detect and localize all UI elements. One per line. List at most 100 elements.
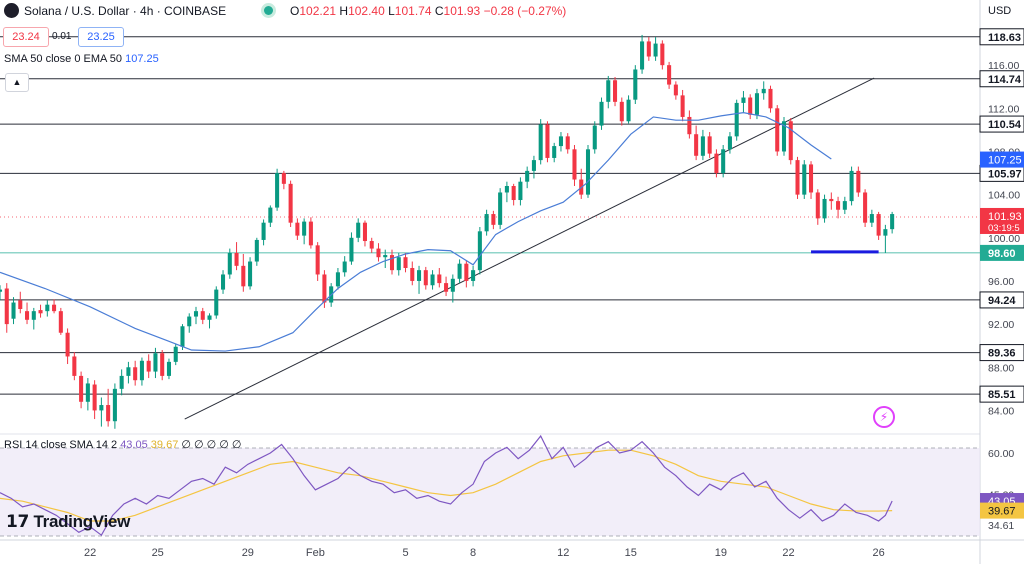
chevron-up-icon[interactable]: ▲: [5, 73, 29, 92]
ma-line[interactable]: [0, 112, 832, 352]
candle-body[interactable]: [707, 136, 712, 154]
candle-body[interactable]: [741, 97, 746, 103]
candle-body[interactable]: [450, 278, 455, 292]
candle-body[interactable]: [295, 222, 300, 236]
candle-body[interactable]: [403, 257, 408, 268]
candle-body[interactable]: [714, 153, 719, 174]
candle-body[interactable]: [822, 198, 827, 219]
candle-body[interactable]: [315, 245, 320, 275]
candle-body[interactable]: [241, 265, 246, 287]
candle-body[interactable]: [383, 255, 388, 258]
candle-body[interactable]: [11, 302, 16, 319]
candle-body[interactable]: [430, 274, 435, 286]
candle-body[interactable]: [417, 270, 422, 281]
candle-body[interactable]: [342, 261, 347, 273]
rsi-legend[interactable]: RSI 14 close SMA 14 2 43.05 39.67 ∅ ∅ ∅ …: [4, 438, 242, 451]
candle-body[interactable]: [673, 84, 678, 96]
trendline[interactable]: [184, 77, 875, 420]
candle-body[interactable]: [748, 97, 753, 115]
candle-body[interactable]: [180, 326, 185, 347]
candle-body[interactable]: [193, 311, 199, 317]
candle-body[interactable]: [214, 289, 219, 316]
candle-body[interactable]: [126, 367, 131, 376]
candle-body[interactable]: [809, 164, 814, 193]
trading-chart[interactable]: 84.0088.0092.0096.00100.00104.00108.0011…: [0, 0, 1024, 564]
candle-body[interactable]: [58, 311, 63, 333]
ma-legend[interactable]: SMA 50 close 0 EMA 50 107.25: [4, 53, 159, 65]
candle-body[interactable]: [518, 181, 523, 201]
candle-body[interactable]: [829, 198, 834, 202]
candle-body[interactable]: [444, 283, 449, 292]
candle-body[interactable]: [754, 93, 759, 115]
candle-body[interactable]: [795, 160, 800, 195]
candle-body[interactable]: [31, 311, 36, 320]
candle-body[interactable]: [531, 160, 536, 171]
candle-body[interactable]: [727, 136, 732, 150]
candle-body[interactable]: [457, 263, 462, 279]
candle-body[interactable]: [464, 263, 469, 281]
candle-body[interactable]: [369, 241, 374, 249]
candle-body[interactable]: [261, 222, 266, 240]
candle-body[interactable]: [45, 304, 50, 312]
candle-body[interactable]: [646, 41, 651, 57]
candle-body[interactable]: [423, 270, 428, 286]
candle-body[interactable]: [667, 65, 672, 85]
candle-body[interactable]: [389, 255, 395, 271]
candle-body[interactable]: [802, 164, 807, 195]
candle-body[interactable]: [504, 186, 509, 193]
candle-body[interactable]: [437, 274, 442, 284]
candle-body[interactable]: [619, 101, 624, 122]
candle-body[interactable]: [721, 149, 726, 174]
candle-body[interactable]: [626, 99, 631, 122]
candle-body[interactable]: [734, 102, 739, 137]
symbol-title[interactable]: Solana / U.S. Dollar · 4h · COINBASE: [24, 4, 226, 18]
candle-body[interactable]: [65, 332, 70, 357]
candle-body[interactable]: [153, 353, 158, 372]
candle-body[interactable]: [173, 346, 178, 362]
candle-body[interactable]: [99, 405, 104, 411]
candle-body[interactable]: [221, 274, 226, 290]
candle-body[interactable]: [396, 257, 401, 271]
candle-body[interactable]: [254, 239, 259, 262]
candle-body[interactable]: [498, 192, 503, 225]
candle-body[interactable]: [863, 192, 868, 223]
candle-body[interactable]: [640, 41, 645, 70]
candle-body[interactable]: [849, 170, 854, 202]
candle-body[interactable]: [552, 146, 557, 158]
candle-body[interactable]: [558, 136, 563, 147]
candle-body[interactable]: [491, 214, 496, 225]
flash-icon[interactable]: ⚡: [873, 406, 895, 428]
candle-body[interactable]: [227, 252, 232, 275]
candle-body[interactable]: [660, 43, 665, 66]
sell-button[interactable]: 23.24: [3, 27, 49, 47]
candle-body[interactable]: [471, 270, 476, 281]
candle-body[interactable]: [876, 214, 881, 236]
candle-body[interactable]: [410, 268, 415, 281]
candle-body[interactable]: [356, 222, 361, 238]
candle-body[interactable]: [883, 229, 888, 236]
candle-body[interactable]: [302, 221, 307, 236]
candle-body[interactable]: [0, 289, 3, 292]
candle-body[interactable]: [599, 101, 604, 126]
candle-body[interactable]: [890, 214, 895, 230]
candle-body[interactable]: [268, 207, 273, 223]
candle-body[interactable]: [335, 272, 340, 287]
candle-body[interactable]: [788, 121, 793, 161]
candle-body[interactable]: [511, 186, 516, 201]
candle-body[interactable]: [133, 367, 138, 381]
candle-body[interactable]: [376, 248, 381, 258]
candle-body[interactable]: [52, 304, 57, 312]
candle-body[interactable]: [694, 134, 699, 156]
candle-body[interactable]: [308, 221, 313, 246]
candle-body[interactable]: [4, 288, 9, 325]
candle-body[interactable]: [119, 375, 124, 389]
candle-body[interactable]: [592, 125, 597, 150]
candle-body[interactable]: [288, 183, 293, 223]
candle-body[interactable]: [761, 88, 766, 94]
candle-body[interactable]: [572, 149, 577, 180]
candle-body[interactable]: [633, 69, 638, 100]
candle-body[interactable]: [545, 124, 550, 158]
candle-body[interactable]: [775, 108, 780, 152]
candle-body[interactable]: [166, 361, 171, 376]
candle-body[interactable]: [79, 375, 84, 402]
